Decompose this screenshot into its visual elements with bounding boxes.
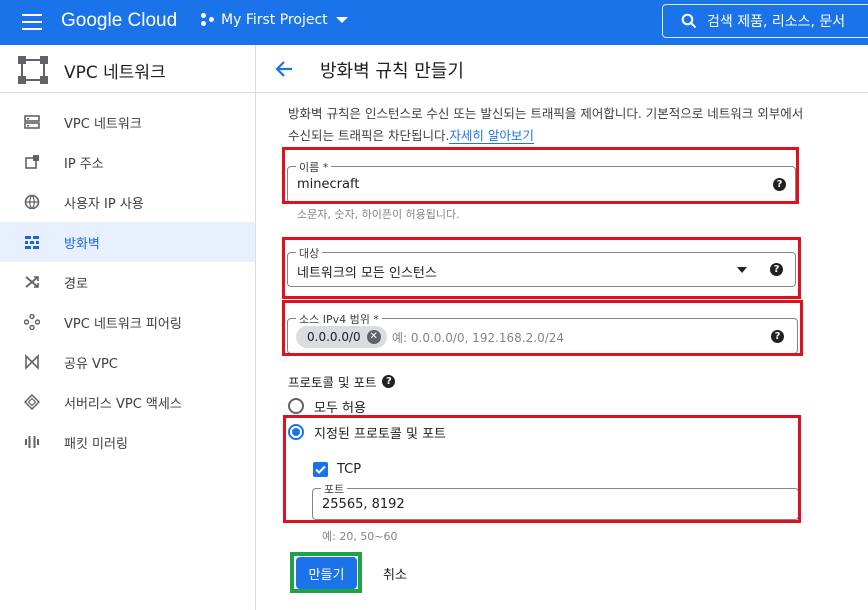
chip-remove-icon[interactable]: ✕ [366, 330, 381, 344]
source-ipv4-chip[interactable]: 0.0.0.0/0 ✕ [296, 326, 387, 348]
project-name: My First Project [221, 12, 328, 28]
tcp-checkbox[interactable] [313, 462, 328, 477]
chevron-down-icon [335, 17, 348, 23]
sidebar-item-ip-addresses[interactable]: IP 주소 [0, 142, 255, 182]
sidebar-item-bring-your-own-ip[interactable]: 사용자 IP 사용 [0, 182, 255, 222]
sidebar-item-label: VPC 네트워크 피어링 [64, 316, 182, 332]
help-icon[interactable]: ? [770, 263, 783, 276]
search-placeholder: 검색 제품, 리소스, 문서 [707, 14, 846, 30]
sidebar-item-label: IP 주소 [64, 156, 104, 172]
ports-label: 포트 [321, 481, 348, 497]
name-label: 이름 * [296, 159, 332, 175]
description-text: 방화벽 규칙은 인스턴스로 수신 또는 발신되는 트래픽을 제어합니다. 기본적… [288, 106, 804, 143]
sidebar-item-vpc-peering[interactable]: VPC 네트워크 피어링 [0, 302, 255, 342]
name-hint: 소문자, 숫자, 하이픈이 허용됩니다. [297, 208, 460, 221]
learn-more-link[interactable]: 자세히 알아보기 [449, 128, 534, 144]
ports-field[interactable]: 포트 25565, 8192 [312, 481, 799, 520]
ports-hint: 예: 20, 50~60 [322, 530, 398, 543]
routes-icon [25, 276, 39, 288]
protocols-label: 프로토콜 및 포트 ? [288, 372, 396, 391]
source-ipv4-label: 소스 IPv4 범위 * [296, 311, 382, 327]
sidebar-header: VPC 네트워크 [0, 45, 255, 93]
help-icon[interactable]: ? [771, 330, 784, 343]
sidebar-item-label: 공유 VPC [64, 356, 118, 372]
vpc-network-icon [24, 115, 40, 129]
sidebar-item-shared-vpc[interactable]: 공유 VPC [0, 342, 255, 382]
target-value: 네트워크의 모든 인스턴스 [297, 266, 437, 281]
search-bar[interactable]: 검색 제품, 리소스, 문서 [662, 4, 868, 38]
help-icon[interactable]: ? [382, 375, 396, 388]
page-header: 방화벽 규칙 만들기 [256, 45, 868, 93]
checkmark-icon [315, 465, 326, 474]
project-icon [201, 13, 215, 27]
target-label: 대상 [296, 245, 323, 261]
radio-specified-protocols[interactable] [288, 424, 304, 440]
google-cloud-logo[interactable]: Google Cloud [61, 10, 177, 32]
sidebar-title: VPC 네트워크 [64, 63, 166, 83]
serverless-icon [24, 394, 40, 410]
radio-allow-all[interactable] [288, 398, 304, 414]
sidebar-item-firewall[interactable]: 방화벽 [0, 222, 255, 262]
back-arrow-icon[interactable] [274, 59, 294, 79]
dropdown-arrow-icon [737, 267, 747, 273]
name-input-value[interactable]: minecraft [297, 177, 359, 192]
ports-input-value[interactable]: 25565, 8192 [322, 497, 405, 512]
protocols-label-text: 프로토콜 및 포트 [288, 375, 377, 390]
menu-icon[interactable] [22, 14, 42, 30]
sidebar-item-label: VPC 네트워크 [64, 116, 142, 132]
peering-icon [24, 314, 40, 330]
name-field[interactable]: 이름 * minecraft ? [287, 159, 796, 203]
sidebar-nav: VPC 네트워크 IP 주소 사용자 IP 사용 방화벽 경로 VPC 네트워크… [0, 102, 255, 462]
target-select[interactable]: 대상 네트워크의 모든 인스턴스 ? [287, 245, 796, 287]
packet-mirroring-icon [25, 436, 39, 448]
sidebar-item-label: 사용자 IP 사용 [64, 196, 144, 212]
form-description: 방화벽 규칙은 인스턴스로 수신 또는 발신되는 트래픽을 제어합니다. 기본적… [288, 103, 808, 147]
source-ipv4-field[interactable]: 소스 IPv4 범위 * 0.0.0.0/0 ✕ 예: 0.0.0.0/0, 1… [287, 311, 798, 354]
sidebar-item-label: 패킷 미러링 [64, 436, 128, 452]
tcp-label[interactable]: TCP [337, 462, 361, 477]
sidebar-item-label: 방화벽 [64, 236, 100, 252]
sidebar-item-serverless-vpc-access[interactable]: 서버리스 VPC 액세스 [0, 382, 255, 422]
sidebar-item-packet-mirroring[interactable]: 패킷 미러링 [0, 422, 255, 462]
sidebar-item-label: 서버리스 VPC 액세스 [64, 396, 182, 412]
radio-allow-all-label[interactable]: 모두 허용 [314, 397, 366, 416]
shared-vpc-icon [25, 354, 39, 370]
create-button[interactable]: 만들기 [296, 557, 357, 589]
radio-specified-label[interactable]: 지정된 프로토콜 및 포트 [314, 423, 446, 442]
project-selector[interactable]: My First Project [201, 12, 348, 28]
search-icon [681, 13, 697, 29]
globe-icon [24, 194, 40, 210]
source-ipv4-input[interactable]: 예: 0.0.0.0/0, 192.168.2.0/24 [392, 329, 564, 346]
ip-address-icon [25, 155, 39, 169]
sidebar-item-routes[interactable]: 경로 [0, 262, 255, 302]
firewall-icon [25, 236, 39, 249]
left-navigation: VPC 네트워크 VPC 네트워크 IP 주소 사용자 IP 사용 방화벽 경로… [0, 45, 256, 610]
sidebar-item-label: 경로 [64, 276, 88, 292]
vpc-product-icon [18, 56, 48, 84]
help-icon[interactable]: ? [773, 178, 786, 191]
page-title: 방화벽 규칙 만들기 [320, 61, 464, 82]
chip-label: 0.0.0.0/0 [307, 330, 361, 344]
sidebar-item-vpc-networks[interactable]: VPC 네트워크 [0, 102, 255, 142]
cancel-button[interactable]: 취소 [375, 557, 415, 589]
top-app-bar: Google Cloud My First Project 검색 제품, 리소스… [0, 0, 868, 45]
